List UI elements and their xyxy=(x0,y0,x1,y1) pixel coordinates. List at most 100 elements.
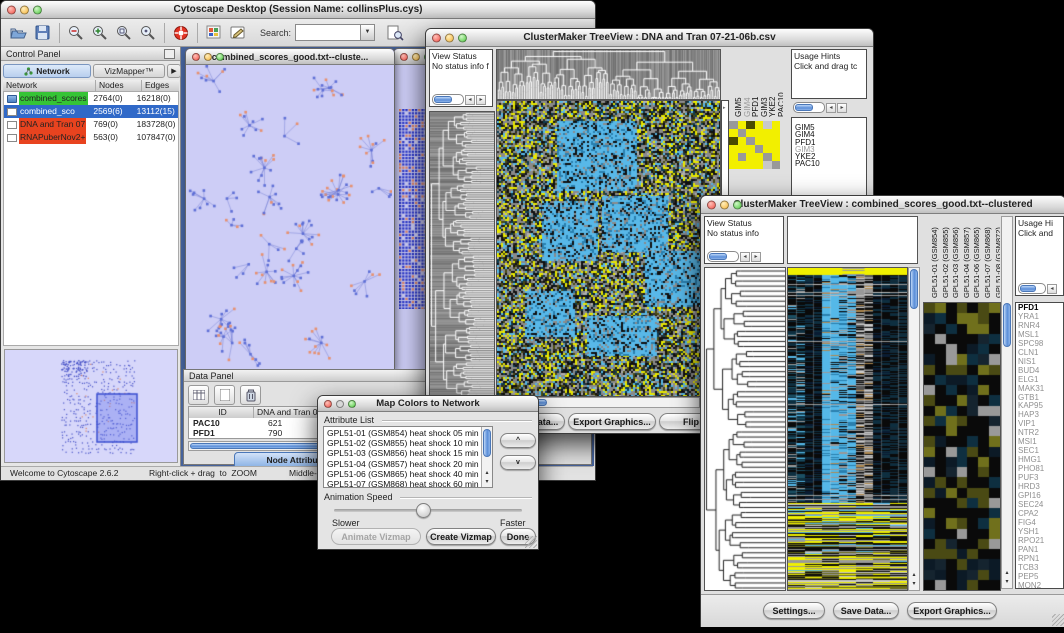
tv2-button-0[interactable]: Settings... xyxy=(763,602,825,619)
attribute-list-item[interactable]: GPL51-03 (GSM856) heat shock 15 min xyxy=(324,448,481,458)
matrix-cell[interactable] xyxy=(729,121,738,129)
usage-hints-scrollbar[interactable]: ◂ xyxy=(1018,283,1057,294)
treeview1-titlebar[interactable]: ClusterMaker TreeView : DNA and Tran 07-… xyxy=(426,29,873,47)
help-ring-icon[interactable] xyxy=(169,22,193,44)
tv2-zoom-heatmap[interactable] xyxy=(923,302,1001,591)
matrix-cell[interactable] xyxy=(738,161,747,169)
move-down-button[interactable]: v xyxy=(500,455,536,470)
zoom-in-button[interactable] xyxy=(88,22,112,44)
matrix-cell[interactable] xyxy=(772,129,781,137)
matrix-cell[interactable] xyxy=(755,129,764,137)
resize-grip[interactable] xyxy=(1052,614,1064,626)
attribute-list-item[interactable]: GPL51-07 (GSM868) heat shock 60 min xyxy=(324,479,481,488)
matrix-cell[interactable] xyxy=(772,153,781,161)
attribute-list-item[interactable]: GPL51-04 (GSM857) heat shock 20 min xyxy=(324,459,481,469)
network-list-row[interactable]: combined_scores2764(0)16218(0) xyxy=(4,92,178,105)
attribute-list-item[interactable]: GPL51-01 (GSM854) heat shock 05 min xyxy=(324,428,481,438)
network-canvas[interactable] xyxy=(186,65,392,368)
matrix-cell[interactable] xyxy=(763,121,772,129)
minimize-button[interactable] xyxy=(445,33,454,42)
float-panel-icon[interactable] xyxy=(164,49,175,59)
matrix-cell[interactable] xyxy=(746,161,755,169)
matrix-cell[interactable] xyxy=(763,145,772,153)
scrollbar-thumb[interactable] xyxy=(1020,285,1036,292)
matrix-cell[interactable] xyxy=(772,121,781,129)
network-list-row[interactable]: DNA and Tran 07769(0)183728(0) xyxy=(4,118,178,131)
zoom-row-label[interactable]: PAC10 xyxy=(792,160,866,167)
matrix-cell[interactable] xyxy=(746,129,755,137)
scrollbar-track[interactable] xyxy=(707,251,739,262)
minimize-button[interactable] xyxy=(412,53,420,61)
tv2-column-dendrogram[interactable] xyxy=(787,216,918,264)
matrix-cell[interactable] xyxy=(772,137,781,145)
scroll-left-icon[interactable]: ◂ xyxy=(826,103,836,113)
matrix-cell[interactable] xyxy=(755,121,764,129)
matrix-cell[interactable] xyxy=(763,153,772,161)
matrix-cell[interactable] xyxy=(729,153,738,161)
matrix-cell[interactable] xyxy=(729,137,738,145)
column-header-id[interactable]: ID xyxy=(189,407,254,418)
column-header-edges[interactable]: Edges xyxy=(142,80,179,91)
matrix-cell[interactable] xyxy=(738,137,747,145)
tv1-row-dendrogram[interactable] xyxy=(429,111,495,398)
zoom-button[interactable] xyxy=(733,200,742,209)
matrix-cell[interactable] xyxy=(755,161,764,169)
scroll-up-icon[interactable]: ▴ xyxy=(1002,569,1012,578)
tab-vizmapper[interactable]: VizMapper™ xyxy=(93,64,165,78)
close-button[interactable] xyxy=(400,53,408,61)
network-overview-canvas[interactable] xyxy=(5,350,177,462)
speed-slider-thumb[interactable] xyxy=(416,503,431,518)
scrollbar-thumb[interactable] xyxy=(910,269,918,309)
matrix-cell[interactable] xyxy=(738,121,747,129)
tv2-button-2[interactable]: Export Graphics... xyxy=(907,602,997,619)
more-tabs-button[interactable]: ▶ xyxy=(167,64,181,78)
matrix-cell[interactable] xyxy=(755,145,764,153)
matrix-cell[interactable] xyxy=(763,161,772,169)
network-overview-panel[interactable] xyxy=(4,349,178,463)
treeview2-titlebar[interactable]: ClusterMaker TreeView : combined_scores_… xyxy=(701,196,1064,214)
matrix-cell[interactable] xyxy=(746,145,755,153)
scrollbar-thumb[interactable] xyxy=(795,104,813,111)
scroll-left-icon[interactable]: ◂ xyxy=(740,252,750,262)
vizmap-grid-icon[interactable] xyxy=(202,22,226,44)
matrix-cell[interactable] xyxy=(746,137,755,145)
create-vizmap-button[interactable]: Create Vizmap xyxy=(426,528,496,545)
network-window-titlebar[interactable]: combined_scores_good.txt--cluste... xyxy=(186,49,394,65)
network-list-row[interactable]: combined_sco2569(6)13112(15) xyxy=(4,105,178,118)
tab-network[interactable]: Network xyxy=(3,64,91,78)
search-input[interactable] xyxy=(295,24,361,41)
search-database-icon[interactable] xyxy=(383,22,407,44)
attribute-list-item[interactable]: GPL51-02 (GSM855) heat shock 10 min xyxy=(324,438,481,448)
zoom-button[interactable] xyxy=(216,53,224,61)
network-list-row[interactable]: RNAPuberNov2+563(0)107847(0) xyxy=(4,131,178,144)
attribute-list-item[interactable]: GPL51-06 (GSM865) heat shock 40 min xyxy=(324,469,481,479)
zoom-fit-button[interactable] xyxy=(136,22,160,44)
close-button[interactable] xyxy=(432,33,441,42)
tv2-heatmap-vscrollbar[interactable]: ▴ ▾ xyxy=(908,267,920,591)
annotation-icon[interactable] xyxy=(226,22,250,44)
scrollbar-track[interactable] xyxy=(432,94,464,105)
scroll-down-icon[interactable]: ▾ xyxy=(482,478,492,487)
scroll-up-icon[interactable]: ▴ xyxy=(909,571,919,580)
tv1-column-dendrogram[interactable] xyxy=(496,49,721,100)
main-titlebar[interactable]: Cytoscape Desktop (Session Name: collins… xyxy=(1,1,595,19)
scrollbar-thumb[interactable] xyxy=(1003,303,1011,347)
open-session-button[interactable] xyxy=(7,22,31,44)
tv1-usage-scrollbar[interactable]: ◂ ▸ xyxy=(793,102,847,113)
zoom-out-button[interactable] xyxy=(64,22,88,44)
matrix-cell[interactable] xyxy=(746,121,755,129)
matrix-cell[interactable] xyxy=(729,145,738,153)
tv2-heatmap[interactable] xyxy=(787,267,908,591)
scrollbar-track[interactable] xyxy=(1018,283,1046,294)
tv2-row-dendrogram[interactable] xyxy=(704,267,786,591)
matrix-cell[interactable] xyxy=(772,145,781,153)
scroll-down-icon[interactable]: ▾ xyxy=(909,580,919,589)
attribute-list-scrollbar[interactable]: ▴ ▾ xyxy=(481,427,492,487)
matrix-cell[interactable] xyxy=(738,129,747,137)
column-header-network[interactable]: Network xyxy=(3,80,96,91)
column-header-nodes[interactable]: Nodes xyxy=(96,80,142,91)
scroll-right-icon[interactable]: ▸ xyxy=(751,252,761,262)
scrollbar-track[interactable] xyxy=(793,102,825,113)
matrix-cell[interactable] xyxy=(746,153,755,161)
view-status-scrollbar[interactable]: ◂ ▸ xyxy=(432,94,486,105)
